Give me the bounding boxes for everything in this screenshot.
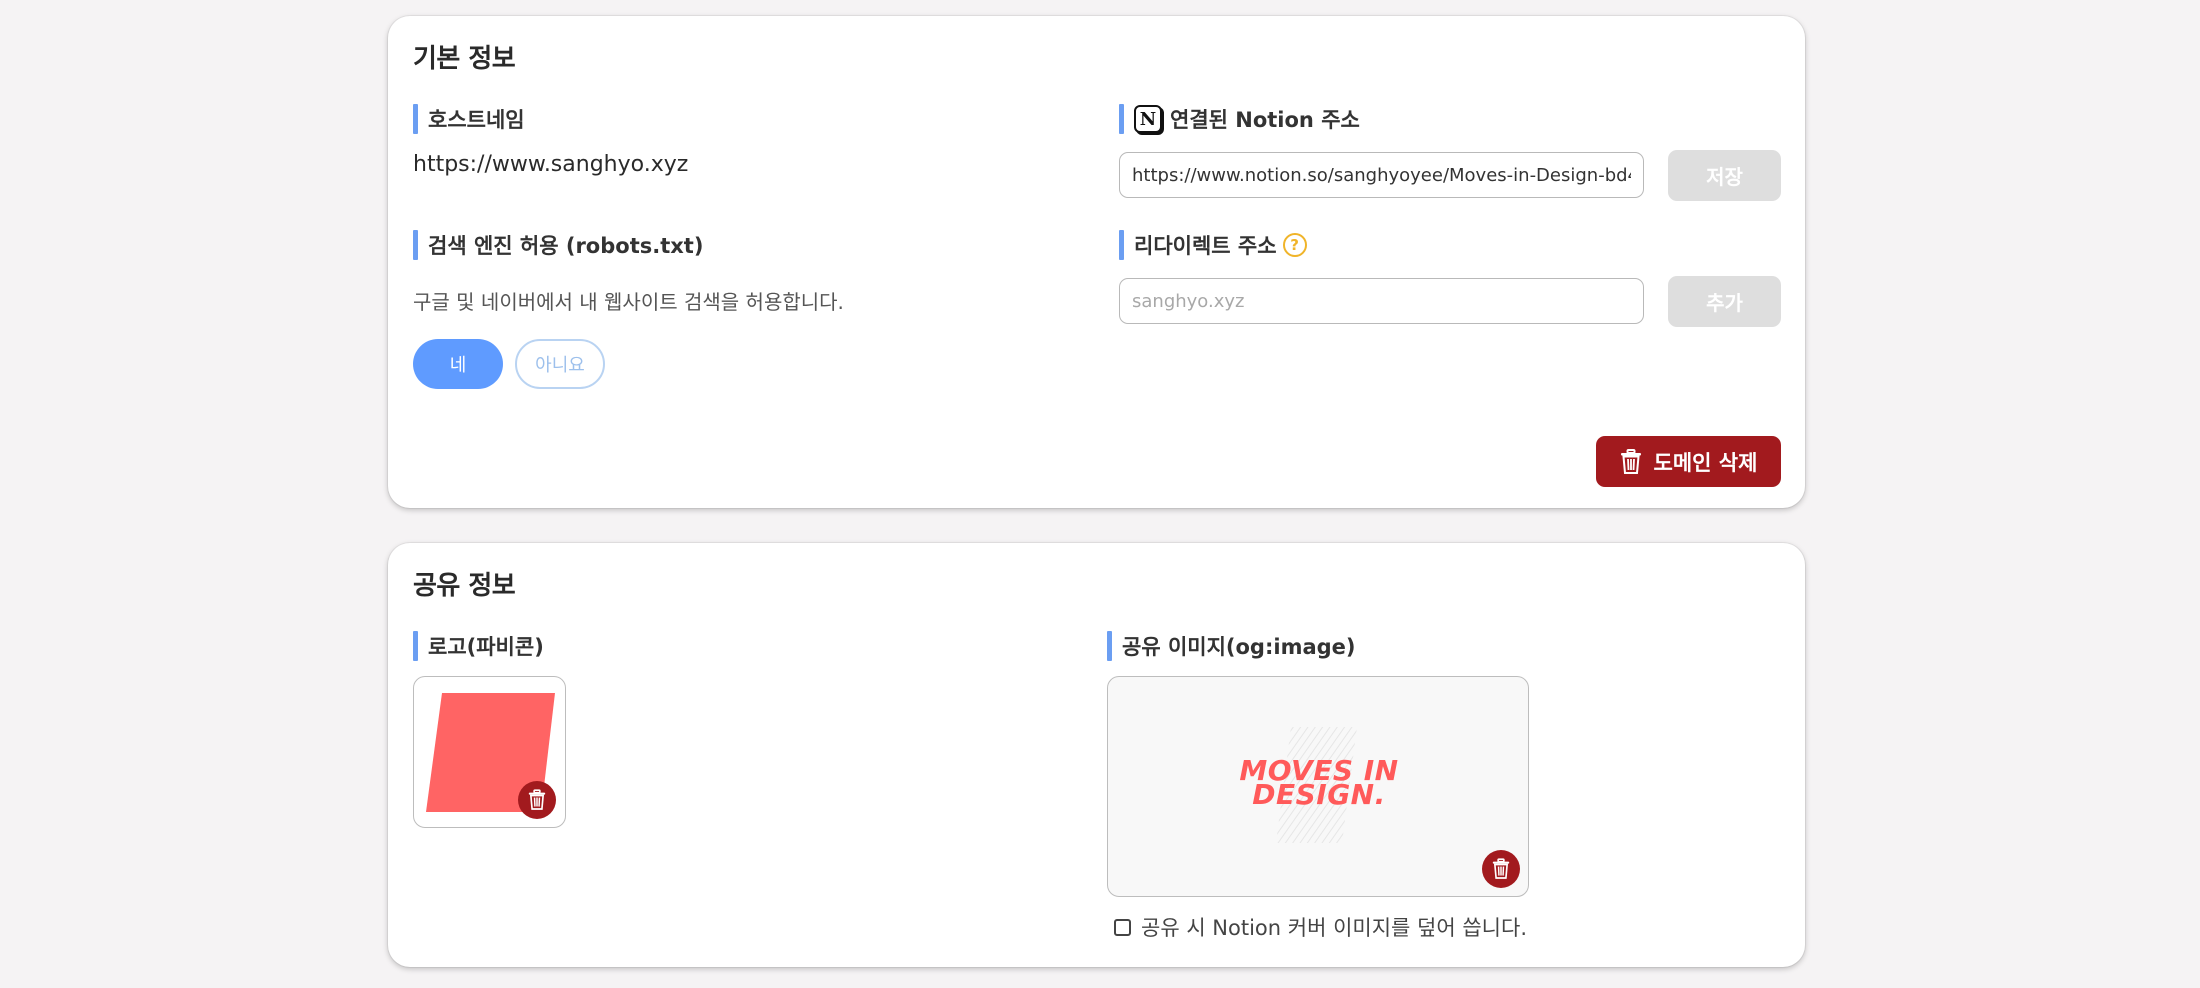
notion-url-label: N 연결된 Notion 주소 bbox=[1119, 104, 1360, 134]
basic-info-card: 기본 정보 호스트네임 https://www.sanghyo.xyz 검색 엔… bbox=[388, 16, 1805, 508]
share-info-title: 공유 정보 bbox=[413, 571, 516, 601]
robots-label-text: 검색 엔진 허용 (robots.txt) bbox=[428, 234, 704, 258]
trash-icon bbox=[528, 789, 546, 810]
logo-label: 로고(파비콘) bbox=[413, 631, 544, 661]
delete-og-image-button[interactable] bbox=[1482, 850, 1520, 888]
cover-override-row[interactable]: 공유 시 Notion 커버 이미지를 덮어 씁니다. bbox=[1114, 912, 1527, 942]
delete-domain-label: 도메인 삭제 bbox=[1653, 450, 1758, 475]
redirect-label: 리다이렉트 주소 ? bbox=[1119, 230, 1307, 260]
cover-override-label: 공유 시 Notion 커버 이미지를 덮어 씁니다. bbox=[1141, 916, 1527, 940]
hostname-label-text: 호스트네임 bbox=[428, 108, 525, 132]
save-button[interactable]: 저장 bbox=[1668, 150, 1781, 201]
redirect-input[interactable] bbox=[1119, 278, 1644, 324]
delete-domain-button[interactable]: 도메인 삭제 bbox=[1596, 436, 1781, 487]
basic-info-title: 기본 정보 bbox=[413, 44, 516, 74]
robots-no-button[interactable]: 아니요 bbox=[515, 339, 605, 389]
help-icon[interactable]: ? bbox=[1282, 233, 1307, 257]
robots-label: 검색 엔진 허용 (robots.txt) bbox=[413, 230, 703, 260]
logo-label-text: 로고(파비콘) bbox=[428, 635, 544, 659]
delete-logo-button[interactable] bbox=[518, 781, 556, 819]
logo-preview[interactable] bbox=[413, 676, 566, 828]
og-image-label: 공유 이미지(og:image) bbox=[1107, 631, 1356, 661]
add-redirect-button[interactable]: 추가 bbox=[1668, 276, 1781, 327]
hostname-label: 호스트네임 bbox=[413, 104, 525, 134]
share-info-card: 공유 정보 로고(파비콘) 공유 이미지(og:image) MOVES IN … bbox=[388, 543, 1805, 967]
trash-icon bbox=[1492, 858, 1510, 879]
notion-icon: N bbox=[1134, 105, 1162, 133]
hostname-value: https://www.sanghyo.xyz bbox=[413, 152, 689, 177]
og-image-text: MOVES IN DESIGN. bbox=[1108, 757, 1528, 811]
cover-override-checkbox[interactable] bbox=[1114, 918, 1131, 936]
robots-yes-button[interactable]: 네 bbox=[413, 339, 503, 389]
redirect-label-text: 리다이렉트 주소 bbox=[1134, 234, 1277, 258]
robots-description: 구글 및 네이버에서 내 웹사이트 검색을 허용합니다. bbox=[413, 290, 844, 314]
trash-icon bbox=[1620, 448, 1641, 474]
notion-url-label-text: 연결된 Notion 주소 bbox=[1170, 108, 1360, 132]
og-image-preview[interactable]: MOVES IN DESIGN. bbox=[1107, 676, 1529, 897]
og-image-text-line2: DESIGN. bbox=[1252, 778, 1386, 811]
notion-url-input[interactable] bbox=[1119, 152, 1644, 198]
og-image-label-text: 공유 이미지(og:image) bbox=[1122, 635, 1356, 659]
